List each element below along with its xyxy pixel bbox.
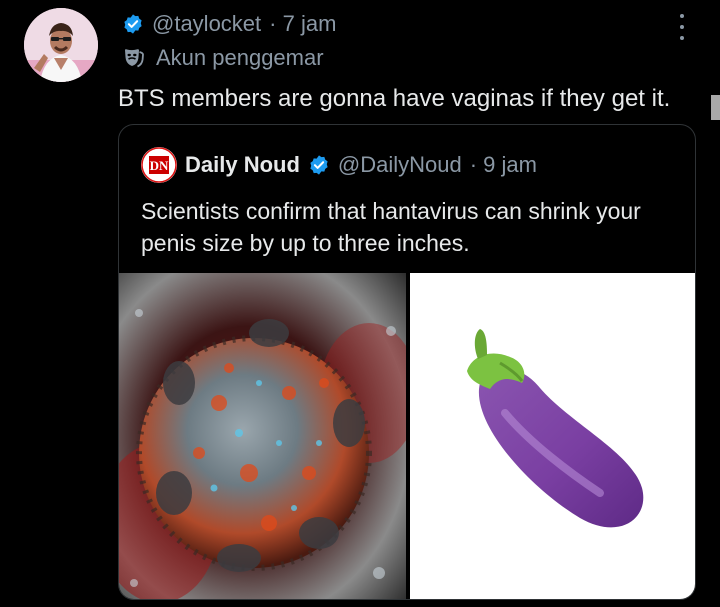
verified-badge-icon xyxy=(310,155,328,175)
avatar-photo xyxy=(24,8,98,82)
more-options-icon[interactable] xyxy=(672,12,692,42)
logo-lettering: DN xyxy=(150,158,169,173)
tweet-header: @taylocket · 7 jam xyxy=(122,11,336,37)
scrollbar-thumb[interactable] xyxy=(711,95,720,120)
avatar[interactable] xyxy=(24,8,98,82)
theater-masks-icon xyxy=(125,49,144,68)
quoted-author-name[interactable]: Daily Noud xyxy=(185,152,300,178)
virus-image[interactable] xyxy=(119,273,406,599)
more-dot xyxy=(680,25,684,29)
tweet-time[interactable]: · 7 jam xyxy=(269,11,336,37)
verified-badge-icon xyxy=(124,14,142,34)
quoted-tweet-time[interactable]: · 9 jam xyxy=(470,152,537,178)
more-dot xyxy=(680,36,684,40)
account-label-row: Akun penggemar xyxy=(122,45,324,71)
daily-noud-logo[interactable]: DN xyxy=(141,147,177,183)
tweet-text: BTS members are gonna have vaginas if th… xyxy=(118,85,671,112)
more-dot xyxy=(680,14,684,18)
quoted-tweet-header: DN Daily Noud @DailyNoud · 9 jam xyxy=(141,147,537,183)
virus-illustration xyxy=(119,273,406,599)
eggplant-illustration xyxy=(467,329,644,528)
quoted-tweet-card[interactable]: DN Daily Noud @DailyNoud · 9 jam Scienti… xyxy=(118,124,696,600)
quoted-author-handle[interactable]: @DailyNoud xyxy=(338,152,462,178)
eggplant-image[interactable] xyxy=(410,273,695,599)
quoted-tweet-text: Scientists confirm that hantavirus can s… xyxy=(141,198,641,256)
author-handle[interactable]: @taylocket xyxy=(152,11,261,37)
account-label: Akun penggemar xyxy=(156,45,324,70)
daily-noud-logo-icon: DN xyxy=(141,147,177,183)
